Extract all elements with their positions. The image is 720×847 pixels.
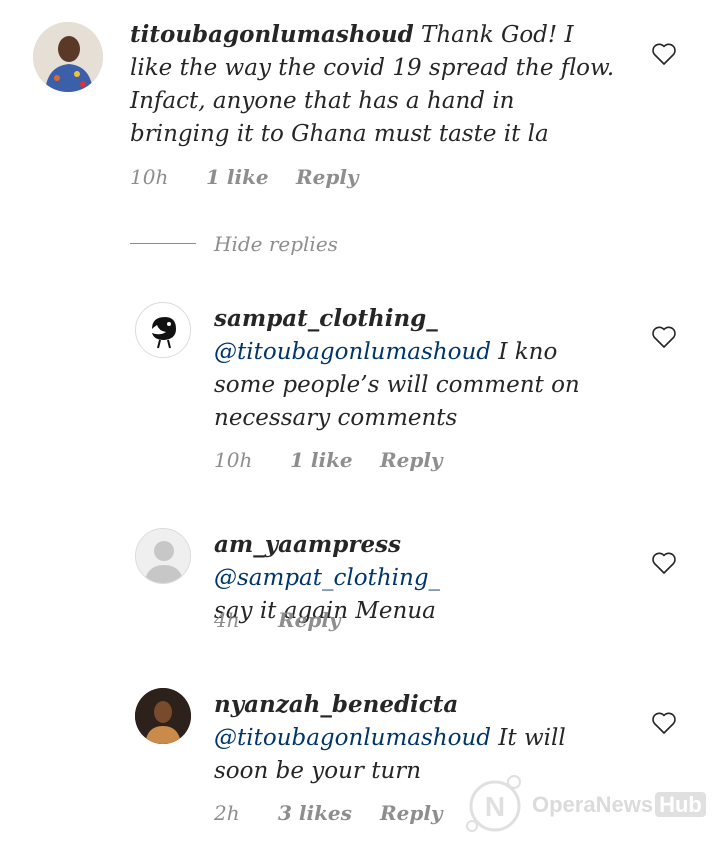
heart-icon[interactable] bbox=[651, 325, 677, 349]
comment-time: 10h bbox=[130, 165, 169, 189]
svg-text:N: N bbox=[485, 791, 505, 822]
reply-button[interactable]: Reply bbox=[278, 608, 341, 632]
comment-username[interactable]: nyanzah_benedicta bbox=[214, 691, 458, 718]
like-count[interactable]: 1 like bbox=[206, 165, 269, 189]
watermark-text: OperaNews Hub bbox=[532, 792, 706, 818]
watermark-brand: OperaNews bbox=[532, 792, 654, 817]
mention-link[interactable]: @titoubagonlumashoud bbox=[214, 339, 491, 365]
hide-replies-button[interactable]: Hide replies bbox=[214, 232, 338, 256]
opera-news-logo-icon: N bbox=[466, 775, 521, 832]
avatar[interactable] bbox=[135, 528, 191, 584]
reply-button[interactable]: Reply bbox=[380, 448, 443, 472]
comment-text: am_yaampress @sampat_clothing_ say it ag… bbox=[214, 528, 624, 628]
avatar[interactable] bbox=[135, 302, 191, 358]
comment-time: 10h bbox=[214, 448, 253, 472]
like-count[interactable]: 3 likes bbox=[278, 801, 352, 825]
comment-time: 4h bbox=[214, 608, 240, 632]
comment-text: sampat_clothing_ @titoubagonlumashoud I … bbox=[214, 302, 624, 435]
heart-icon[interactable] bbox=[651, 551, 677, 575]
comment-username[interactable]: sampat_clothing_ bbox=[214, 305, 438, 332]
avatar[interactable] bbox=[135, 688, 191, 744]
reply-button[interactable]: Reply bbox=[296, 165, 359, 189]
mention-link[interactable]: @sampat_clothing_ bbox=[214, 565, 440, 591]
heart-icon[interactable] bbox=[651, 42, 677, 66]
watermark-hub: Hub bbox=[655, 792, 706, 817]
comment-text: titoubagonlumashoud Thank God! I like th… bbox=[130, 18, 620, 151]
reply-button[interactable]: Reply bbox=[380, 801, 443, 825]
like-count[interactable]: 1 like bbox=[290, 448, 353, 472]
comment-username[interactable]: titoubagonlumashoud bbox=[130, 21, 414, 48]
divider bbox=[130, 243, 196, 244]
comment-time: 2h bbox=[214, 801, 240, 825]
heart-icon[interactable] bbox=[651, 711, 677, 735]
mention-link[interactable]: @titoubagonlumashoud bbox=[214, 725, 491, 751]
avatar[interactable] bbox=[33, 22, 103, 92]
watermark: N OperaNews Hub bbox=[462, 770, 712, 840]
comment-username[interactable]: am_yaampress bbox=[214, 531, 401, 558]
